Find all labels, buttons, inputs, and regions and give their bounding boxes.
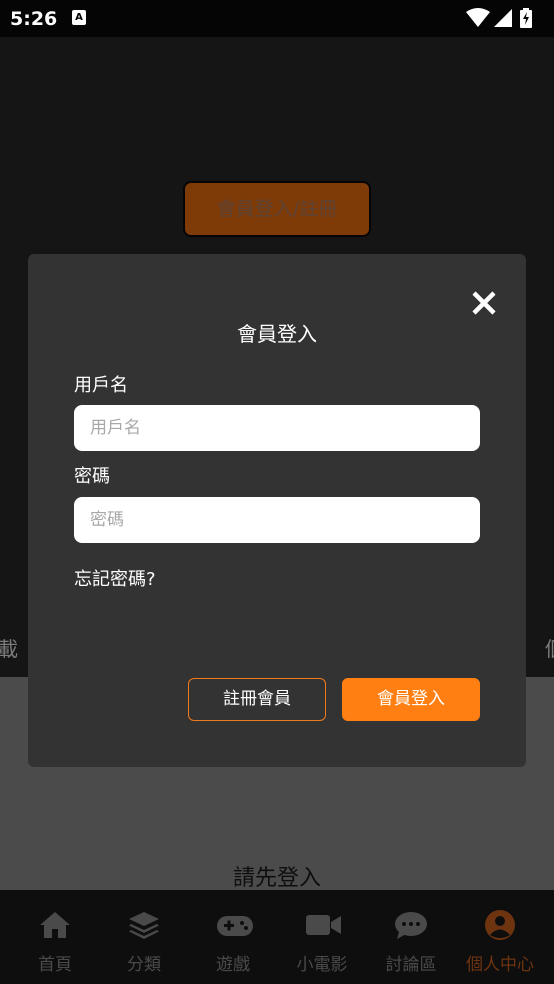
wifi-icon <box>466 8 490 27</box>
username-label: 用戶名 <box>74 375 128 396</box>
video-camera-icon <box>306 915 341 935</box>
gamepad-icon <box>217 916 253 936</box>
nav-label-short-videos: 小電影 <box>296 955 348 975</box>
nav-label-profile: 個人中心 <box>466 955 534 975</box>
nav-item-forum[interactable]: 討論區 <box>366 890 456 984</box>
username-input[interactable] <box>74 405 480 451</box>
home-icon <box>40 912 70 938</box>
close-button[interactable] <box>469 288 499 318</box>
nav-item-games[interactable]: 遊戲 <box>188 890 278 984</box>
nav-label-forum: 討論區 <box>385 955 437 975</box>
nav-item-categories[interactable]: 分類 <box>99 890 189 984</box>
login-button[interactable]: 會員登入 <box>342 678 480 721</box>
please-login-text: 請先登入 <box>232 866 321 891</box>
signal-icon <box>494 9 512 27</box>
user-icon <box>485 910 515 940</box>
chat-bubble-icon <box>395 912 427 939</box>
nav-item-profile[interactable]: 個人中心 <box>455 890 545 984</box>
nav-item-short-videos[interactable]: 小電影 <box>277 890 367 984</box>
close-icon[interactable] <box>469 288 499 318</box>
status-bar: 5:26 A <box>0 0 554 37</box>
login-register-button[interactable]: 會員登入/註冊 <box>183 181 371 237</box>
password-input[interactable] <box>74 497 480 543</box>
nav-label-home: 首頁 <box>38 955 72 975</box>
nav-label-games: 遊戲 <box>216 955 250 975</box>
forgot-password-link[interactable]: 忘記密碼? <box>74 565 156 591</box>
background-edge-text-left: 載 <box>0 637 18 661</box>
login-modal: 會員登入 用戶名 密碼 忘記密碼? 註冊會員 會員登入 <box>28 254 526 767</box>
battery-charging-icon <box>520 8 532 28</box>
status-time: 5:26 <box>10 8 58 30</box>
background-edge-text-right: 個 <box>545 633 554 662</box>
nav-label-categories: 分類 <box>127 955 161 975</box>
screen: 5:26 A 會員登入/註冊 載 個 請先登入 首頁 <box>0 0 554 984</box>
app-notification-icon: A <box>72 10 86 25</box>
register-button[interactable]: 註冊會員 <box>188 678 326 721</box>
password-label: 密碼 <box>74 466 110 487</box>
bottom-nav: 首頁 分類 遊戲 小電影 討論區 個人中心 <box>0 890 554 984</box>
layers-icon <box>129 912 159 939</box>
nav-item-home[interactable]: 首頁 <box>10 890 100 984</box>
modal-title: 會員登入 <box>237 322 317 346</box>
